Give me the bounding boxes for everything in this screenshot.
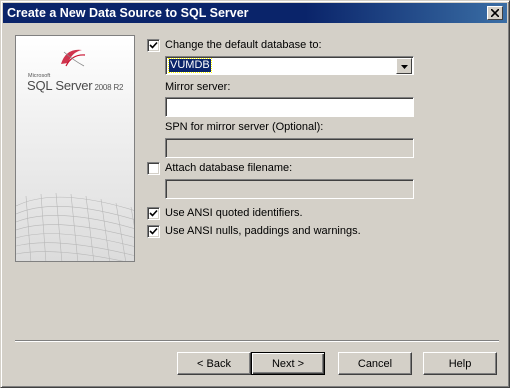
checkmark-icon bbox=[149, 209, 158, 217]
logo-version: 2008 R2 bbox=[94, 83, 124, 92]
button-separator bbox=[15, 340, 499, 342]
chevron-down-icon bbox=[401, 65, 408, 69]
close-icon bbox=[491, 9, 499, 17]
logo-product-name: SQL Server bbox=[27, 78, 93, 93]
checkmark-icon bbox=[149, 41, 158, 49]
mirror-server-input[interactable] bbox=[168, 99, 409, 113]
spn-field bbox=[165, 138, 414, 158]
sql-server-logo-icon bbox=[61, 49, 86, 67]
default-database-combo[interactable]: VUMDB bbox=[165, 56, 414, 75]
spn-input bbox=[168, 140, 409, 154]
checkmark-icon bbox=[149, 227, 158, 235]
sql-server-logo-panel: Microsoft SQL Server 2008 R2 bbox=[15, 35, 135, 262]
cancel-button[interactable]: Cancel bbox=[338, 352, 412, 375]
attach-db-input bbox=[168, 181, 409, 195]
dropdown-button[interactable] bbox=[396, 58, 412, 74]
back-button[interactable]: < Back bbox=[177, 352, 251, 375]
attach-db-field bbox=[165, 179, 414, 199]
logo-product-text: SQL Server 2008 R2 bbox=[27, 78, 123, 93]
ansi-quoted-checkbox[interactable] bbox=[147, 207, 160, 220]
attach-db-label[interactable]: Attach database filename: bbox=[165, 162, 292, 175]
next-button[interactable]: Next > bbox=[251, 352, 325, 375]
title-bar[interactable]: Create a New Data Source to SQL Server bbox=[3, 3, 507, 23]
attach-db-checkbox[interactable] bbox=[147, 162, 160, 175]
mirror-server-field[interactable] bbox=[165, 97, 414, 117]
ansi-nulls-checkbox[interactable] bbox=[147, 225, 160, 238]
default-database-value: VUMDB bbox=[168, 58, 212, 73]
mirror-server-label: Mirror server: bbox=[165, 81, 231, 93]
ansi-quoted-label[interactable]: Use ANSI quoted identifiers. bbox=[165, 207, 303, 220]
change-default-db-checkbox[interactable] bbox=[147, 39, 160, 52]
ansi-nulls-label[interactable]: Use ANSI nulls, paddings and warnings. bbox=[165, 225, 361, 238]
help-button[interactable]: Help bbox=[423, 352, 497, 375]
background-wave-graphic bbox=[16, 192, 134, 261]
window-title: Create a New Data Source to SQL Server bbox=[7, 6, 249, 20]
dialog-window: Create a New Data Source to SQL Server M… bbox=[0, 0, 510, 388]
close-button[interactable] bbox=[487, 6, 503, 20]
change-default-db-label[interactable]: Change the default database to: bbox=[165, 39, 322, 52]
spn-label: SPN for mirror server (Optional): bbox=[165, 121, 324, 133]
